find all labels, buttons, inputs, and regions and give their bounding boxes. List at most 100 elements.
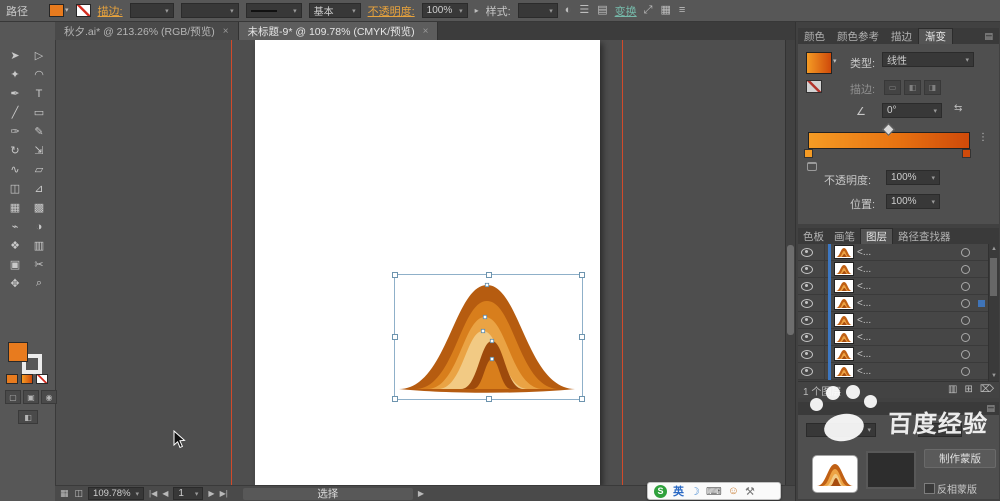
- document-tab[interactable]: 秋夕.ai* @ 213.26% (RGB/预览) ×: [55, 22, 239, 40]
- panel-tab[interactable]: 颜色: [798, 28, 831, 44]
- artboard-number-dropdown[interactable]: 1 ▾: [173, 487, 204, 500]
- arrange-icon[interactable]: ⤢: [644, 5, 653, 16]
- brush-definition-dropdown[interactable]: ▾: [245, 3, 302, 18]
- visibility-eye-icon[interactable]: [801, 264, 813, 274]
- lock-toggle-cell[interactable]: [816, 328, 825, 346]
- visibility-eye-icon[interactable]: [801, 247, 813, 257]
- layer-thumbnail[interactable]: [834, 364, 854, 378]
- stroke-gradient-swatch[interactable]: [806, 80, 822, 93]
- selection-handle[interactable]: [392, 272, 398, 278]
- layer-row[interactable]: <...: [798, 345, 989, 363]
- make-clip-mask-icon[interactable]: ▥: [948, 385, 957, 395]
- layer-thumbnail[interactable]: [834, 296, 854, 310]
- gradient-stop-left[interactable]: [804, 149, 813, 158]
- rotate-tool[interactable]: ↻: [4, 142, 26, 159]
- delete-layer-icon[interactable]: ⌦: [980, 385, 994, 395]
- scrollbar-thumb[interactable]: [990, 258, 997, 296]
- blend-tool[interactable]: ◑: [28, 218, 50, 235]
- panel-menu-icon[interactable]: ▤: [982, 402, 999, 415]
- invert-mask-checkbox[interactable]: [924, 483, 935, 494]
- lock-toggle-cell[interactable]: [816, 243, 825, 261]
- stroke-weight-dropdown[interactable]: ▾: [129, 3, 174, 18]
- pen-tool[interactable]: ✒: [4, 85, 26, 102]
- graphic-style-dropdown[interactable]: ▾: [517, 3, 558, 18]
- panel-menu-icon[interactable]: ▤: [980, 31, 997, 42]
- layer-row[interactable]: <...: [798, 311, 989, 329]
- lock-toggle-cell[interactable]: [816, 294, 825, 312]
- selection-handle[interactable]: [392, 396, 398, 402]
- scale-tool[interactable]: ⇲: [28, 142, 50, 159]
- target-circle-icon[interactable]: [961, 264, 970, 274]
- pencil-tool[interactable]: ✎: [28, 123, 50, 140]
- selection-handle[interactable]: [485, 272, 492, 278]
- stroke-along-icon[interactable]: ◧: [904, 80, 921, 95]
- visibility-eye-icon[interactable]: [801, 366, 813, 376]
- make-mask-button[interactable]: 制作蒙版: [924, 449, 996, 468]
- layer-name[interactable]: <...: [857, 315, 871, 326]
- menu-icon[interactable]: ☰: [579, 5, 589, 16]
- lock-toggle-cell[interactable]: [816, 345, 825, 363]
- stroke-within-icon[interactable]: ▭: [884, 80, 901, 95]
- layer-name[interactable]: <...: [857, 247, 871, 258]
- color-button[interactable]: [6, 374, 18, 384]
- stop-position-dropdown[interactable]: 100% ▾: [886, 194, 940, 209]
- selection-handle[interactable]: [579, 334, 585, 340]
- opacity-dropdown[interactable]: 100% ▾: [421, 3, 468, 18]
- variable-width-dropdown[interactable]: ▾: [180, 3, 239, 18]
- lock-toggle-cell[interactable]: [816, 311, 825, 329]
- scroll-down-icon[interactable]: ▼: [991, 373, 997, 379]
- lock-toggle-cell[interactable]: [816, 362, 825, 380]
- gradient-angle-dropdown[interactable]: 0° ▾: [882, 103, 942, 118]
- document-setup-icon[interactable]: ◐: [565, 5, 572, 16]
- layer-row[interactable]: <...: [798, 260, 989, 278]
- reverse-gradient-icon[interactable]: ⇆: [954, 104, 962, 114]
- selection-handle[interactable]: [485, 396, 492, 402]
- sogou-logo[interactable]: S: [654, 484, 667, 498]
- panel-opacity-dropdown[interactable]: ▾: [918, 423, 962, 437]
- new-layer-icon[interactable]: ⊞: [964, 385, 972, 395]
- layer-row[interactable]: <...: [798, 243, 989, 261]
- next-artboard-button[interactable]: ▶: [208, 489, 214, 498]
- lang-indicator[interactable]: 英: [673, 483, 684, 499]
- zoom-tool[interactable]: ⌕: [28, 275, 50, 292]
- layer-row[interactable]: <...: [798, 328, 989, 346]
- selection-handle[interactable]: [392, 334, 398, 340]
- first-artboard-button[interactable]: |◀: [149, 489, 157, 498]
- selection-tool[interactable]: ➤: [4, 47, 26, 64]
- draw-behind-icon[interactable]: ▣: [23, 390, 39, 404]
- visibility-eye-icon[interactable]: [801, 298, 813, 308]
- lock-toggle-cell[interactable]: [816, 260, 825, 278]
- stroke-color-swatch[interactable]: [75, 4, 91, 17]
- gradient-fill-swatch[interactable]: [806, 52, 832, 74]
- scrollbar-thumb[interactable]: [787, 245, 794, 335]
- draw-normal-icon[interactable]: ▢: [5, 390, 21, 404]
- target-circle-icon[interactable]: [961, 332, 970, 342]
- selection-handle[interactable]: [579, 396, 585, 402]
- tab-close-icon[interactable]: ×: [423, 26, 429, 37]
- slice-tool[interactable]: ✂: [28, 256, 50, 273]
- line-segment-tool[interactable]: ╱: [4, 104, 26, 121]
- direct-selection-tool[interactable]: ▷: [28, 47, 50, 64]
- mesh-tool[interactable]: ▦: [4, 199, 26, 216]
- layer-row[interactable]: <...: [798, 277, 989, 295]
- layer-name[interactable]: <...: [857, 349, 871, 360]
- target-circle-icon[interactable]: [961, 281, 970, 291]
- panel-tab[interactable]: 渐变: [918, 28, 953, 44]
- visibility-eye-icon[interactable]: [801, 281, 813, 291]
- fill-caret-icon[interactable]: ▾: [65, 7, 69, 14]
- artboard-tool[interactable]: ▣: [4, 256, 26, 273]
- options-icon[interactable]: ≡: [679, 5, 685, 16]
- layer-name[interactable]: <...: [857, 298, 871, 309]
- symbol-sprayer-tool[interactable]: ❖: [4, 237, 26, 254]
- paintbrush-tool[interactable]: ✑: [4, 123, 26, 140]
- target-circle-icon[interactable]: [961, 298, 970, 308]
- fill-proxy-swatch[interactable]: [8, 342, 28, 362]
- target-circle-icon[interactable]: [961, 247, 970, 257]
- layer-thumbnail[interactable]: [834, 313, 854, 327]
- stroke-across-icon[interactable]: ◨: [924, 80, 941, 95]
- stroke-link[interactable]: 描边:: [98, 3, 123, 19]
- layer-thumbnail[interactable]: [834, 279, 854, 293]
- column-graph-tool[interactable]: ▥: [28, 237, 50, 254]
- layers-scrollbar[interactable]: ▲ ▼: [988, 244, 999, 381]
- selection-handle[interactable]: [579, 272, 585, 278]
